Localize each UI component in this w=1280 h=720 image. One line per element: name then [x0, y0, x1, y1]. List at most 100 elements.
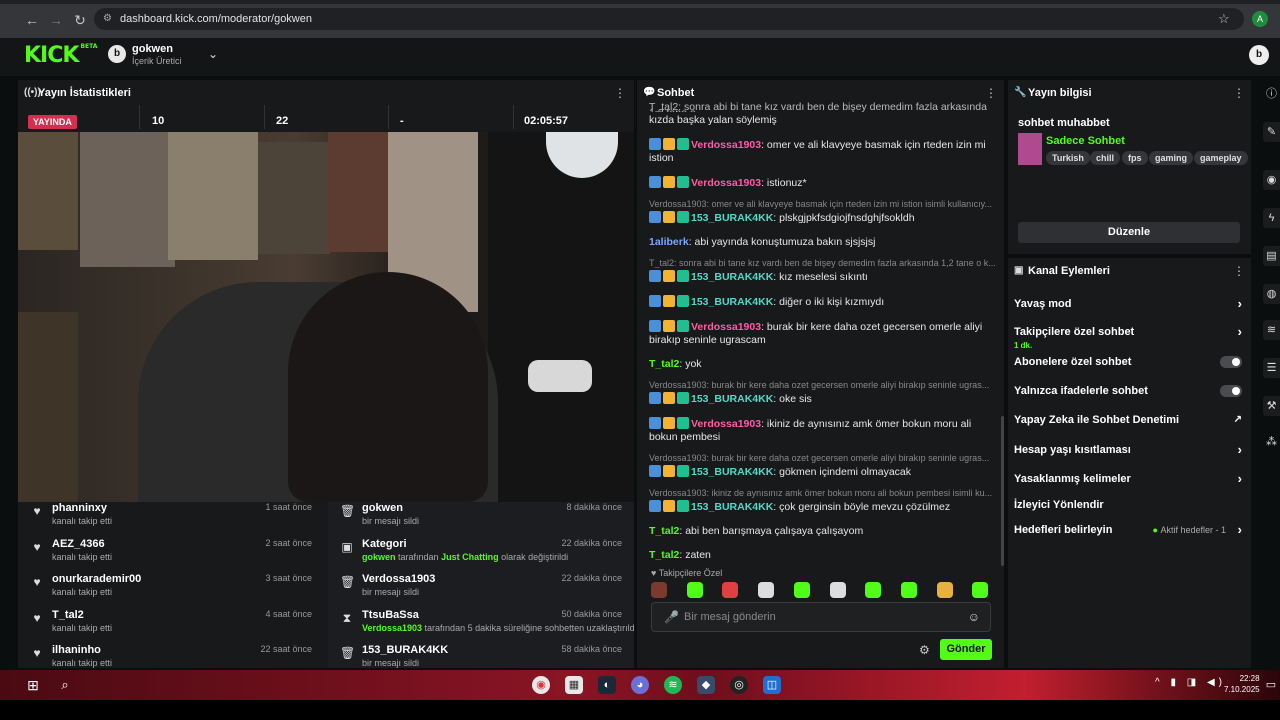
kick-logo[interactable]: KICK BETA	[24, 43, 97, 68]
camera-icon[interactable]: ◉	[1263, 170, 1280, 190]
nodes-icon[interactable]: ⁂	[1263, 432, 1280, 452]
emote-icon[interactable]	[651, 582, 667, 598]
channel-action-item[interactable]: Yavaş mod ›	[1014, 294, 1246, 314]
toggle-switch[interactable]	[1220, 356, 1242, 368]
lightning-icon[interactable]: ϟ	[1263, 208, 1280, 228]
chat-username[interactable]: 153_BURAK4KK	[691, 393, 773, 405]
feed-item-title[interactable]: AEZ_4366	[52, 538, 105, 550]
feed-item-user[interactable]: gokwen	[362, 552, 396, 562]
microphone-icon[interactable]: 🎤	[664, 603, 679, 631]
chat-username[interactable]: T_tal2	[649, 549, 679, 561]
channel-action-item[interactable]: Abonelere özel sohbet	[1014, 352, 1246, 372]
more-options-icon[interactable]: ⋮	[985, 86, 997, 100]
channel-action-item[interactable]: Hedefleri belirleyin › ● Aktif hedefler - …	[1014, 520, 1246, 540]
chat-username[interactable]: Verdossa1903	[691, 177, 761, 189]
wrench-icon[interactable]: ⚒	[1263, 396, 1280, 416]
tag[interactable]: gameplay	[1194, 151, 1248, 165]
chevron-right-icon[interactable]: ›	[1238, 469, 1242, 489]
feed-item-title[interactable]: phanninxy	[52, 502, 107, 514]
chat-username[interactable]: Verdossa1903	[691, 139, 761, 151]
browser-profile-avatar[interactable]: A	[1252, 11, 1268, 27]
emote-icon[interactable]	[758, 582, 775, 598]
emote-icon[interactable]	[972, 582, 989, 598]
address-bar[interactable]: ⚙ dashboard.kick.com/moderator/gokwen	[94, 8, 1244, 30]
more-options-icon[interactable]: ⋮	[1233, 86, 1245, 100]
emote-icon[interactable]	[686, 582, 703, 598]
user-avatar[interactable]: b	[1249, 45, 1269, 65]
app-icon[interactable]: ◫	[763, 676, 781, 694]
channel-action-item[interactable]: Yasaklanmış kelimeler ›	[1014, 469, 1246, 489]
reply-preview[interactable]: Verdossa1903: omer ve ali klavyeye basma…	[637, 199, 999, 209]
channel-name[interactable]: gokwen	[132, 43, 173, 55]
channel-action-item[interactable]: Takipçilere özel sohbet 1 dk. ›	[1014, 322, 1246, 350]
channel-action-item[interactable]: Hesap yaşı kısıtlaması ›	[1014, 440, 1246, 460]
store-icon[interactable]: ▦	[565, 676, 583, 694]
stream-category[interactable]: Sadece Sohbet	[1046, 135, 1125, 147]
steam-icon[interactable]: ◐	[598, 676, 616, 694]
stream-preview-video[interactable]	[18, 132, 634, 502]
chat-input[interactable]: 🎤 Bir mesaj gönderin ☺	[651, 602, 991, 632]
obs-icon[interactable]: ◎	[730, 676, 748, 694]
edit-button[interactable]: Düzenle	[1018, 222, 1240, 243]
broadcast-icon[interactable]: ≋	[1263, 320, 1280, 340]
channel-action-item[interactable]: Yalnızca ifadelerle sohbet	[1014, 381, 1246, 401]
notes-icon[interactable]: ▤	[1263, 246, 1280, 266]
chat-settings-icon[interactable]: ⚙	[919, 643, 930, 657]
feed-item-title[interactable]: gokwen	[362, 502, 403, 514]
emote-icon[interactable]	[865, 582, 882, 598]
emote-icon[interactable]	[793, 582, 810, 598]
chat-username[interactable]: 153_BURAK4KK	[691, 271, 773, 283]
send-button[interactable]: Gönder	[940, 639, 992, 660]
bookmark-star-icon[interactable]: ☆	[1218, 11, 1230, 27]
chat-username[interactable]: Verdossa1903	[691, 321, 761, 333]
search-icon[interactable]: ⌕	[56, 676, 74, 694]
channel-action-item[interactable]: Yapay Zeka ile Sohbet Denetimi ↗	[1014, 410, 1246, 430]
tag[interactable]: chill	[1090, 151, 1121, 165]
chat-username[interactable]: 153_BURAK4KK	[691, 212, 773, 224]
emote-icon[interactable]	[829, 582, 846, 598]
feed-item-title[interactable]: TtsuBaSsa	[362, 609, 419, 621]
chat-messages[interactable]: T_tal2: sonra abi bi tane kız vardı ben …	[637, 102, 999, 572]
reply-preview[interactable]: T_tal2: sonra abi bi tane kız vardı ben …	[637, 258, 999, 268]
reply-preview[interactable]: Verdossa1903: ikiniz de aynısınız amk öm…	[637, 488, 999, 498]
feed-item-title[interactable]: Kategori	[362, 538, 407, 550]
feed-item-title[interactable]: onurkarademir00	[52, 573, 141, 585]
back-icon[interactable]: ←	[24, 12, 40, 28]
chevron-right-icon[interactable]: ›	[1238, 440, 1242, 460]
more-options-icon[interactable]: ⋮	[1233, 264, 1245, 278]
launcher-icon[interactable]: ◆	[697, 676, 715, 694]
windows-start-icon[interactable]: ⊞	[24, 676, 42, 694]
site-info-icon[interactable]: ⚙	[103, 8, 112, 30]
chat-username[interactable]: 153_BURAK4KK	[691, 501, 773, 513]
chevron-right-icon[interactable]: ›	[1238, 322, 1242, 342]
chevron-down-icon[interactable]: ⌄	[208, 47, 218, 61]
feed-item-user[interactable]: Verdossa1903	[362, 623, 422, 633]
chat-username[interactable]: 153_BURAK4KK	[691, 296, 773, 308]
chevron-right-icon[interactable]: ›	[1238, 520, 1242, 540]
tag[interactable]: fps	[1122, 151, 1148, 165]
reply-preview[interactable]: Verdossa1903: burak bir kere daha ozet g…	[637, 453, 999, 463]
system-tray[interactable]: ^ ▮ ◨ ◀)	[1155, 677, 1226, 688]
chevron-right-icon[interactable]: ›	[1238, 294, 1242, 314]
chat-icon[interactable]: ◍	[1263, 284, 1280, 304]
tag[interactable]: Turkish	[1046, 151, 1090, 165]
more-options-icon[interactable]: ⋮	[614, 86, 626, 100]
reply-preview[interactable]: Verdossa1903: burak bir kere daha ozet g…	[637, 380, 999, 390]
chat-username[interactable]: Verdossa1903	[691, 418, 761, 430]
channel-avatar[interactable]: b	[108, 45, 126, 63]
spotify-icon[interactable]: ≋	[664, 676, 682, 694]
notification-icon[interactable]: ▭	[1262, 676, 1280, 694]
list-icon[interactable]: ☰	[1263, 358, 1280, 378]
discord-icon[interactable]: ◕	[631, 676, 649, 694]
pencil-icon[interactable]: ✎	[1263, 122, 1280, 142]
emote-icon[interactable]	[722, 582, 739, 598]
feed-item-title[interactable]: T_tal2	[52, 609, 84, 621]
chat-username[interactable]: 1aliberk	[649, 236, 689, 248]
feed-item-title[interactable]: 153_BURAK4KK	[362, 644, 448, 656]
tag[interactable]: gaming	[1149, 151, 1194, 165]
chrome-icon[interactable]: ◉	[532, 676, 550, 694]
chat-username[interactable]: T_tal2	[649, 358, 679, 370]
system-clock[interactable]: 22:28 7.10.2025	[1224, 673, 1260, 695]
chat-scrollbar[interactable]	[1001, 416, 1004, 566]
forward-icon[interactable]: →	[48, 12, 64, 28]
